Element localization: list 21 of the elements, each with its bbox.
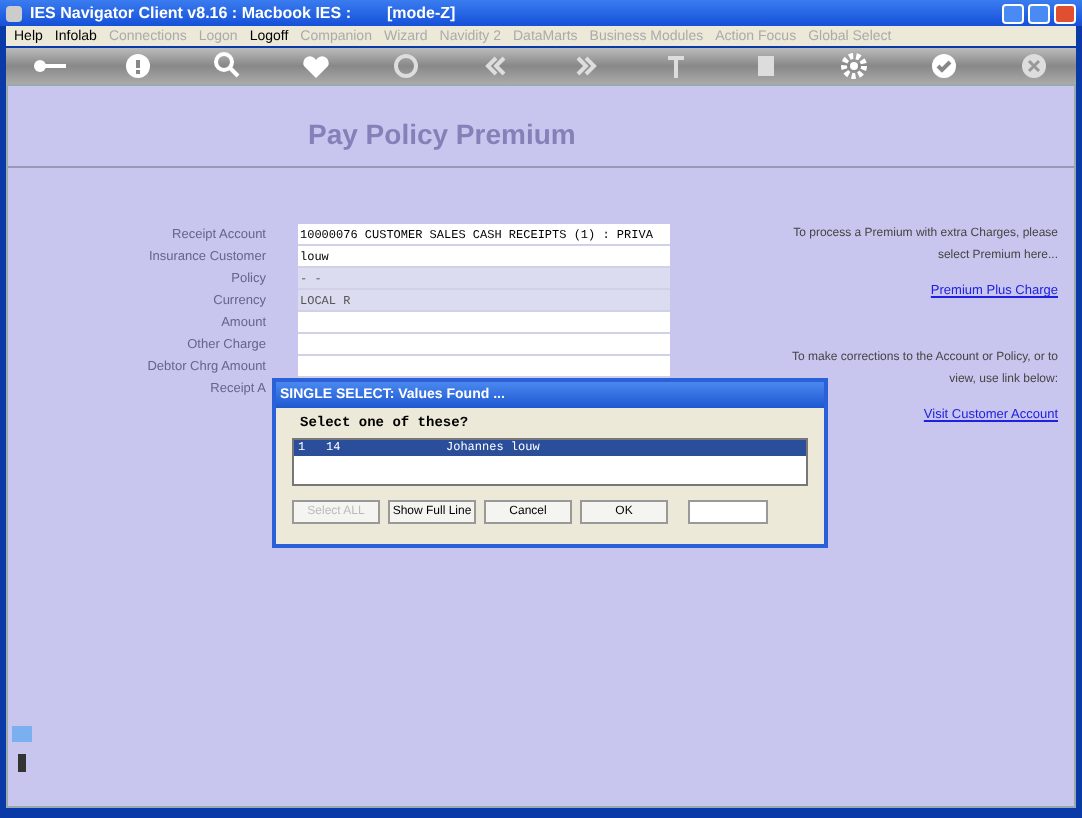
- search-icon[interactable]: [213, 52, 239, 78]
- close-button[interactable]: [1054, 3, 1076, 23]
- maximize-button[interactable]: [1028, 3, 1050, 23]
- close-icon[interactable]: [1021, 54, 1046, 78]
- square-icon[interactable]: [757, 56, 773, 76]
- gear-icon[interactable]: [841, 53, 868, 79]
- key-icon[interactable]: [34, 60, 66, 72]
- check-icon[interactable]: [932, 54, 957, 78]
- app-icon: [6, 5, 22, 21]
- input-field[interactable]: [688, 500, 768, 524]
- mode-label: [mode-Z]: [387, 4, 456, 22]
- input-field[interactable]: [298, 334, 670, 356]
- power-icon[interactable]: [394, 54, 419, 78]
- rewind-icon[interactable]: [485, 56, 507, 76]
- minimize-button[interactable]: [1002, 3, 1024, 23]
- forward-icon[interactable]: [575, 56, 597, 76]
- input-field[interactable]: [298, 312, 670, 334]
- heart-icon[interactable]: [304, 56, 330, 78]
- input-field[interactable]: [298, 356, 670, 378]
- page-title: Pay Policy Premium: [306, 116, 578, 154]
- window-title: IES Navigator Client v8.16 : Macbook IES :: [30, 4, 351, 22]
